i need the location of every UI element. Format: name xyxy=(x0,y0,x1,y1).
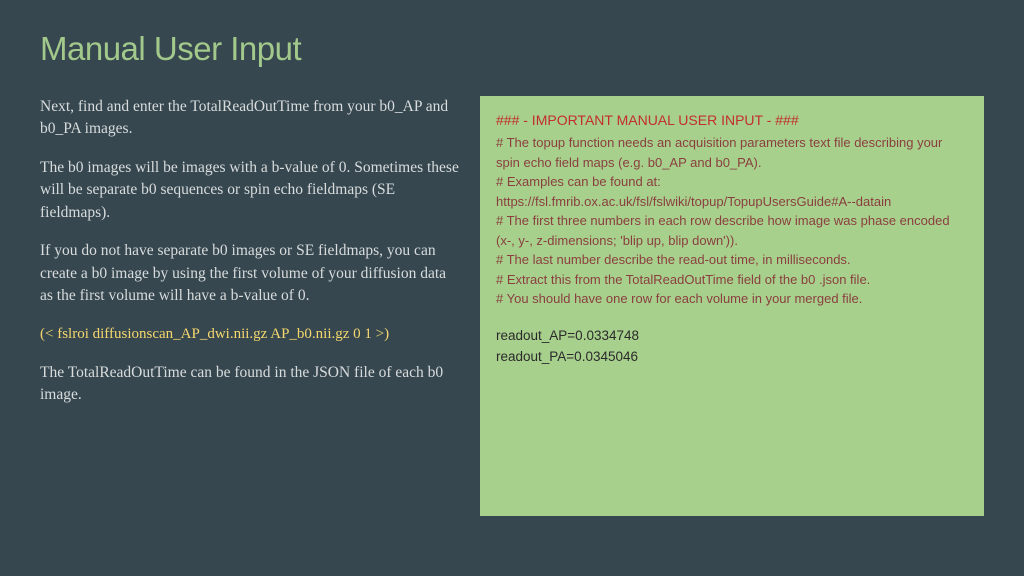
comment-4: # The first three numbers in each row de… xyxy=(496,211,968,250)
slide-title: Manual User Input xyxy=(40,30,984,68)
comment-6: # Extract this from the TotalReadOutTime… xyxy=(496,270,968,290)
comment-7: # You should have one row for each volum… xyxy=(496,289,968,309)
paragraph-3: If you do not have separate b0 images or… xyxy=(40,240,460,307)
banner-header: ### - IMPORTANT MANUAL USER INPUT - ### xyxy=(496,110,968,131)
left-column: Next, find and enter the TotalReadOutTim… xyxy=(40,96,460,516)
command-line: (< fslroi diffusionscan_AP_dwi.nii.gz AP… xyxy=(40,324,460,346)
code-values: readout_AP=0.0334748 readout_PA=0.034504… xyxy=(496,325,968,368)
paragraph-2: The b0 images will be images with a b-va… xyxy=(40,157,460,224)
code-panel: ### - IMPORTANT MANUAL USER INPUT - ### … xyxy=(480,96,984,516)
content-area: Next, find and enter the TotalReadOutTim… xyxy=(40,96,984,516)
paragraph-1: Next, find and enter the TotalReadOutTim… xyxy=(40,96,460,141)
comment-2: # Examples can be found at: xyxy=(496,172,968,192)
readout-pa: readout_PA=0.0345046 xyxy=(496,346,968,368)
comment-url: https://fsl.fmrib.ox.ac.uk/fsl/fslwiki/t… xyxy=(496,192,968,212)
comment-1: # The topup function needs an acquisitio… xyxy=(496,133,968,172)
comment-5: # The last number describe the read-out … xyxy=(496,250,968,270)
paragraph-4: The TotalReadOutTime can be found in the… xyxy=(40,362,460,407)
readout-ap: readout_AP=0.0334748 xyxy=(496,325,968,347)
